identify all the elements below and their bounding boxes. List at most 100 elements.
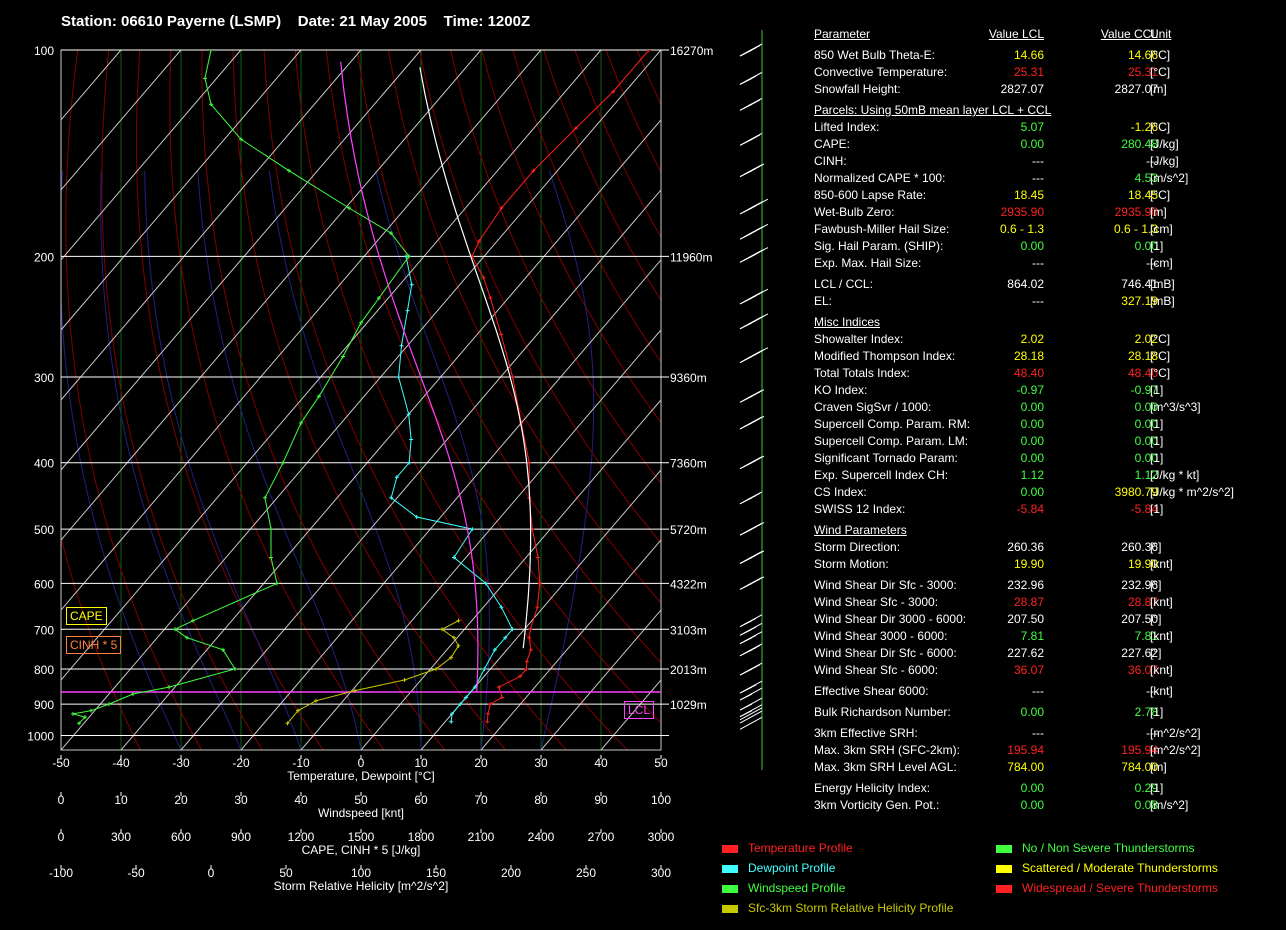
unit: [1]: [1150, 781, 1164, 795]
param-name: Modified Thompson Index:: [814, 349, 956, 363]
cape-marker: CAPE: [66, 607, 107, 625]
table-row: Normalized CAPE * 100: --- 4.53 [m/s^2]: [814, 170, 1274, 187]
legend-swatch: [996, 844, 1012, 853]
unit: [m]: [1150, 760, 1167, 774]
value-lcl: 28.87: [1013, 595, 1044, 609]
height-label: 16270m: [670, 44, 713, 58]
table-row: Wind Shear Dir Sfc - 6000: 227.62 227.62 [°…: [814, 645, 1274, 662]
unit: [1]: [1150, 502, 1164, 516]
table-header: Parameter Value LCL Value CCL Unit: [814, 26, 1274, 43]
unit: [m^2/s^2]: [1150, 743, 1201, 757]
value-lcl: ---: [1032, 294, 1044, 308]
param-name: Convective Temperature:: [814, 65, 948, 79]
dry-adiabat: [605, 50, 661, 174]
legend-swatch: [996, 864, 1012, 873]
table-row: Supercell Comp. Param. RM: 0.00 0.00 [1]: [814, 416, 1274, 433]
wind-barb-flag: [739, 693, 753, 701]
table-row: 3km Effective SRH: --- --- [m^2/s^2]: [814, 725, 1274, 742]
wind-barb-flag: [743, 635, 757, 642]
legend-item: No / Non Severe Thunderstorms: [996, 841, 1218, 861]
table-row: 3km Vorticity Gen. Pot.: 0.00 0.08 [m/s^2]: [814, 797, 1274, 814]
param-name: Supercell Comp. Param. LM:: [814, 434, 969, 448]
legend-item: Scattered / Moderate Thunderstorms: [996, 861, 1218, 881]
value-lcl: 0.00: [1020, 137, 1044, 151]
wind-barb-flag: [743, 618, 757, 625]
table-row: Showalter Index: 2.02 2.02 [°C]: [814, 331, 1274, 348]
table-row: Lifted Index: 5.07 -1.26 [°C]: [814, 119, 1274, 136]
unit: [1]: [1150, 239, 1164, 253]
table-row: Wind Shear Sfc - 3000: 28.87 28.87 [knt]: [814, 594, 1274, 611]
section-title: Misc Indices: [814, 315, 881, 329]
dry-adiabat: [294, 50, 628, 750]
unit: [cm]: [1150, 222, 1173, 236]
unit: [knt]: [1150, 629, 1173, 643]
param-name: Effective Shear 6000:: [814, 684, 929, 698]
wind-barb: [739, 707, 763, 721]
pressure-tick-label: 500: [34, 523, 54, 537]
unit: [m^3/s^3]: [1150, 400, 1201, 414]
unit: [knt]: [1150, 557, 1173, 571]
param-name: Max. 3km SRH Level AGL:: [814, 760, 957, 774]
unit: [cm]: [1150, 256, 1173, 270]
value-lcl: 195.94: [1007, 743, 1044, 757]
header-unit: Unit: [1150, 27, 1172, 41]
table-row: Snowfall Height: 2827.07 2827.07 [m]: [814, 81, 1274, 98]
param-name: Lifted Index:: [814, 120, 880, 134]
x-axis-title: Windspeed [knt]: [318, 806, 404, 820]
unit: [°C]: [1150, 332, 1171, 346]
table-row: Effective Shear 6000: --- --- [knt]: [814, 683, 1274, 700]
profile-legend: Temperature Profile Dewpoint Profile Winds…: [722, 841, 953, 921]
moist-adiabat: [268, 170, 422, 750]
height-label: 3103m: [670, 623, 707, 637]
table-row: KO Index: -0.97 -0.97 [1]: [814, 382, 1274, 399]
x-axis-title: CAPE, CINH * 5 [J/kg]: [302, 843, 421, 857]
table-row: 850 Wet Bulb Theta-E: 14.66 14.66 [°C]: [814, 47, 1274, 64]
value-lcl: ---: [1032, 154, 1044, 168]
table-row: Wet-Bulb Zero: 2935.90 2935.90 [m]: [814, 204, 1274, 221]
param-name: Wind Shear Sfc - 3000:: [814, 595, 939, 609]
param-name: Craven SigSvr / 1000:: [814, 400, 932, 414]
pressure-tick-label: 200: [34, 250, 54, 264]
dry-adiabat: [325, 50, 661, 724]
value-lcl: ---: [1032, 684, 1044, 698]
table-row: Exp. Supercell Index CH: 1.12 1.12 [J/kg * …: [814, 467, 1274, 484]
wind-barb-flag: [739, 703, 753, 711]
table-row: Wind Shear Dir 3000 - 6000: 207.50 207.50[…: [814, 611, 1274, 628]
param-name: EL:: [814, 294, 833, 308]
height-label: 11960m: [670, 250, 712, 264]
value-lcl: 0.6 - 1.3: [999, 222, 1044, 236]
value-lcl: 232.96: [1007, 578, 1044, 592]
unit: [1]: [1150, 705, 1164, 719]
legend-item: Windspeed Profile: [722, 881, 953, 901]
pressure-tick-label: 400: [34, 457, 54, 471]
height-label: 9360m: [670, 371, 707, 385]
wind-barb-flag: [747, 45, 761, 53]
value-lcl: 0.00: [1020, 781, 1044, 795]
value-lcl: 2.02: [1020, 332, 1044, 346]
param-name: 850 Wet Bulb Theta-E:: [814, 48, 935, 62]
dry-adiabat: [636, 50, 661, 106]
dry-adiabat: [450, 50, 661, 484]
value-lcl: 2935.90: [1000, 205, 1044, 219]
value-lcl: 0.00: [1020, 400, 1044, 414]
legend-label: Temperature Profile: [748, 841, 853, 855]
table-row: CS Index: 0.00 3980.79 [J/kg * m^2/s^2]: [814, 484, 1274, 501]
wind-barb-flag: [747, 664, 761, 672]
table-row: Bulk Richardson Number: 0.00 2.78 [1]: [814, 704, 1274, 721]
dry-adiabat: [136, 50, 324, 750]
value-lcl: 2827.07: [1000, 82, 1044, 96]
isotherm: [61, 50, 62, 51]
wind-barb-flag: [739, 710, 753, 718]
param-name: Wind Shear Dir Sfc - 6000:: [814, 646, 957, 660]
dry-adiabat: [263, 50, 567, 750]
value-lcl: 14.66: [1013, 48, 1044, 62]
unit: [J/kg * kt]: [1150, 468, 1200, 482]
isotherm: [600, 679, 661, 750]
legend-item: Temperature Profile: [722, 841, 953, 861]
pressure-tick-label: 900: [34, 698, 54, 712]
unit: [J/kg]: [1150, 137, 1179, 151]
wind-barb-flag: [747, 644, 761, 652]
table-row: Wind Shear Dir Sfc - 3000: 232.96 232.96 [°…: [814, 577, 1274, 594]
table-row: Supercell Comp. Param. LM: 0.00 0.00 [1]: [814, 433, 1274, 450]
table-row: 850-600 Lapse Rate: 18.45 18.45 [°C]: [814, 187, 1274, 204]
